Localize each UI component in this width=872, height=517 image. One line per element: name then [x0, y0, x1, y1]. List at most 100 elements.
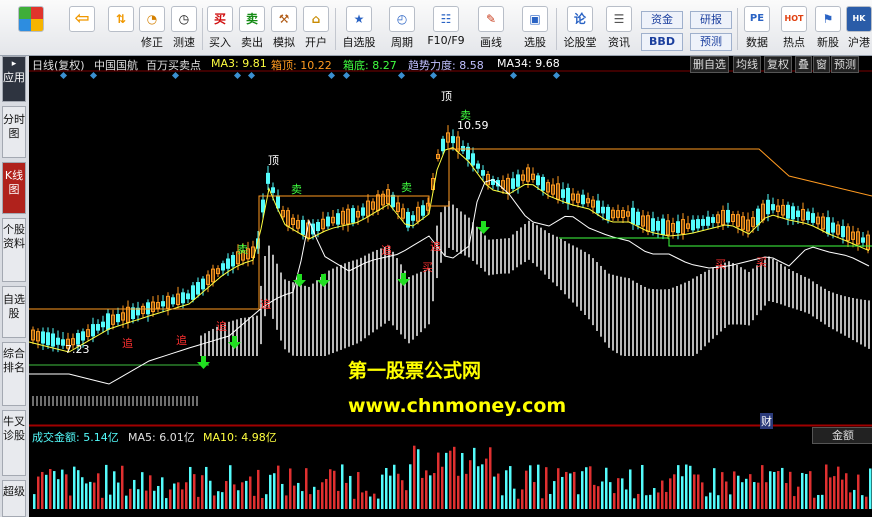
ma-button[interactable]: 均线: [733, 56, 761, 73]
signal-diamond: [89, 71, 98, 80]
sidebar-item-timeshare[interactable]: 分时图: [2, 106, 26, 158]
new-stock-icon: ⚑: [815, 6, 841, 32]
new-stock-button[interactable]: ⚑ 新股: [813, 6, 843, 54]
candle-body: [266, 172, 270, 184]
bbd-button[interactable]: BBD: [641, 33, 683, 51]
research-button[interactable]: 研报: [690, 11, 732, 29]
candle-body: [811, 213, 815, 223]
candle-body: [691, 219, 695, 231]
volume-bar: [769, 471, 772, 509]
candle-body: [326, 216, 330, 227]
recalc-button[interactable]: ◔ 修正: [138, 6, 166, 54]
volume-bar: [421, 477, 424, 509]
volume-bar: [625, 489, 628, 509]
volume-unit-button[interactable]: 金额: [812, 427, 872, 444]
finance-marker[interactable]: 财: [760, 413, 773, 429]
sell-marker-1: 卖: [291, 183, 302, 196]
candle-body: [191, 285, 195, 300]
buy-button[interactable]: 买 买入: [206, 6, 234, 54]
volume-bar: [225, 481, 228, 509]
sidebar-item-kline[interactable]: K线图: [2, 162, 26, 214]
up-down-button[interactable]: ⇅: [108, 6, 134, 54]
news-icon: ☰: [606, 6, 632, 32]
volume-bar: [509, 466, 512, 509]
volume-bar: [117, 482, 120, 509]
overlay-button[interactable]: 叠: [795, 56, 812, 73]
select-stock-button[interactable]: ▣ 选股: [518, 6, 552, 54]
volume-bar: [329, 469, 332, 509]
volume-bar: [469, 460, 472, 509]
green-arrow: [228, 336, 241, 349]
speed-test-button[interactable]: ◷ 测速: [170, 6, 198, 54]
volume-bar: [861, 495, 864, 509]
volume-bar: [545, 467, 548, 509]
volume-bar: [261, 498, 264, 509]
volume-bar: [797, 486, 800, 509]
volume-bar: [497, 473, 500, 509]
volume-bar: [865, 496, 868, 509]
adjust-button[interactable]: 复权: [764, 56, 792, 73]
cycle-button[interactable]: ◴ 周期: [385, 6, 419, 54]
forecast-panel-button[interactable]: 预测: [831, 56, 859, 73]
draw-line-button[interactable]: ✎ 画线: [474, 6, 508, 54]
pe-data-button[interactable]: PE 数据: [742, 6, 772, 54]
f10-button[interactable]: ☷ F10/F9: [424, 6, 468, 54]
volume-bar: [41, 471, 44, 509]
sidebar-item-diagnosis[interactable]: 牛叉诊股: [2, 410, 26, 476]
candle-body: [766, 199, 770, 215]
open-account-button[interactable]: ⌂ 开户: [302, 6, 330, 54]
sell-button[interactable]: 卖 卖出: [238, 6, 266, 54]
candle-body: [186, 293, 190, 300]
news-button[interactable]: ☰ 资讯: [605, 6, 633, 54]
kline-chart-area[interactable]: [29, 56, 872, 517]
volume-bar: [521, 489, 524, 509]
volume-bar: [425, 470, 428, 509]
kline-chart-canvas[interactable]: [29, 56, 872, 517]
signal-diamond: [397, 71, 406, 80]
candle-body: [81, 331, 85, 341]
volume-bar: [669, 478, 672, 509]
hot-button[interactable]: HOT 热点: [779, 6, 809, 54]
volume-bar: [585, 467, 588, 509]
forum-button[interactable]: 论 论股堂: [560, 6, 600, 54]
volume-bar: [765, 482, 768, 509]
app-grid-button[interactable]: [18, 6, 44, 54]
candle-body: [696, 219, 700, 229]
forecast-button[interactable]: 预测: [690, 33, 732, 51]
volume-bar: [93, 482, 96, 509]
candle-body: [56, 337, 60, 345]
sidebar-item-ranking[interactable]: 综合排名: [2, 342, 26, 406]
volume-bar: [481, 464, 484, 509]
candle-body: [536, 175, 540, 186]
sse-hk-button[interactable]: HK 沪港: [846, 6, 872, 54]
watchlist-button[interactable]: ★ 自选股: [338, 6, 380, 54]
candle-body: [196, 282, 200, 295]
up-down-arrow-icon: ⇅: [108, 6, 134, 32]
sidebar-item-super[interactable]: 超级: [2, 480, 26, 517]
volume-bar: [837, 466, 840, 509]
candle-body: [481, 170, 485, 176]
volume-bar: [593, 484, 596, 509]
candle-body: [171, 297, 175, 305]
volume-bar: [33, 494, 36, 509]
candle-body: [756, 208, 760, 226]
volume-bar: [141, 472, 144, 509]
simulate-button[interactable]: ⚒ 模拟: [270, 6, 298, 54]
sidebar-item-apps[interactable]: ▸ 应用: [2, 56, 26, 102]
volume-bar: [813, 497, 816, 509]
window-button[interactable]: 窗: [813, 56, 830, 73]
main-toolbar: ⇦ ⇅ ◔ 修正 ◷ 测速 买 买入 卖 卖出 ⚒ 模拟 ⌂ 开户 ★ 自选股 …: [0, 0, 872, 56]
sidebar-item-stock-info[interactable]: 个股资料: [2, 218, 26, 282]
period-label: 日线(复权): [32, 59, 85, 72]
candle-body: [651, 218, 655, 232]
back-button[interactable]: ⇦: [66, 6, 98, 54]
volume-bar: [373, 493, 376, 509]
remove-watchlist-button[interactable]: 删自选: [690, 56, 729, 73]
watermark-url: www.chnmoney.com: [348, 395, 567, 417]
sell-marker-2: 卖: [237, 243, 248, 256]
fund-button[interactable]: 资金: [641, 11, 683, 29]
sidebar-item-watchlist[interactable]: 自选股: [2, 286, 26, 338]
candle-body: [41, 331, 45, 344]
volume-bar: [61, 469, 64, 509]
candle-body: [606, 206, 610, 220]
